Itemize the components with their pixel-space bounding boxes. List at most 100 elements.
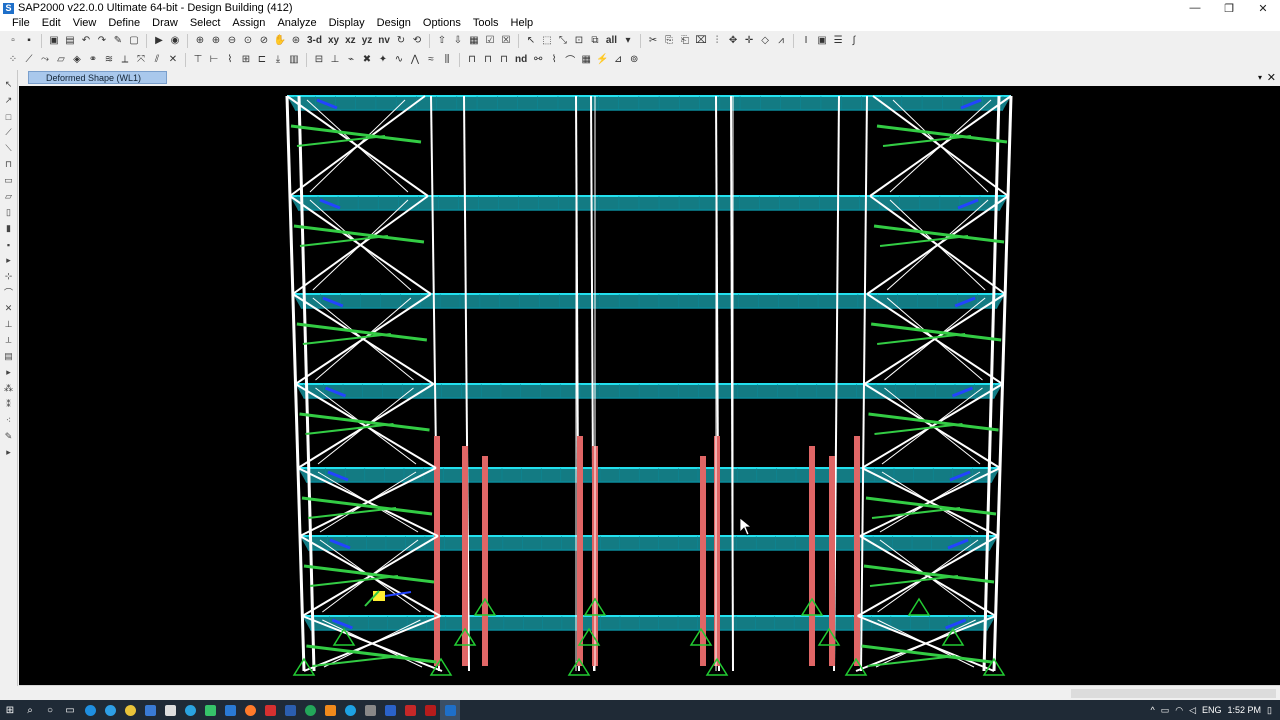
- more-snap-icon[interactable]: ▸: [3, 366, 15, 379]
- show-virtual-work-icon[interactable]: ∿: [392, 53, 406, 67]
- load-pattern-icon[interactable]: ☰: [831, 34, 845, 48]
- draw-brace-icon[interactable]: ⤧: [134, 53, 148, 67]
- restore-button[interactable]: ❐: [1212, 0, 1246, 16]
- select-intersect-icon[interactable]: ⤡: [556, 34, 570, 48]
- draw-joint-icon[interactable]: ⁘: [6, 53, 20, 67]
- clock[interactable]: 1:52 PM: [1228, 705, 1262, 715]
- open-icon[interactable]: ▪: [22, 34, 36, 48]
- draw-link-icon[interactable]: ⚭: [86, 53, 100, 67]
- print-icon[interactable]: ▤: [63, 34, 77, 48]
- structure-drawing[interactable]: [19, 86, 1280, 685]
- sap2000-app-icon[interactable]: S: [3, 2, 14, 14]
- cut-icon[interactable]: ✂: [646, 34, 660, 48]
- frame-loads-icon[interactable]: ⤓: [271, 53, 285, 67]
- tab-menu-chevron-icon[interactable]: ▾: [1258, 73, 1262, 82]
- menu-help[interactable]: Help: [505, 16, 540, 31]
- pan-hand-icon[interactable]: ✋: [273, 34, 287, 48]
- snap-mid-icon[interactable]: ⊥: [3, 318, 15, 331]
- view-xz-button[interactable]: xz: [343, 35, 358, 46]
- restore-selection-icon[interactable]: ⧉: [588, 34, 602, 48]
- show-deformed-icon[interactable]: ⌁: [344, 53, 358, 67]
- delete-icon[interactable]: ⌧: [694, 34, 708, 48]
- new-model-icon[interactable]: ▫: [6, 34, 20, 48]
- snap-intersect-icon[interactable]: ✕: [3, 302, 15, 315]
- more-draw-icon[interactable]: ▸: [3, 254, 15, 267]
- search-icon[interactable]: ⌕: [20, 700, 40, 720]
- draw-quad-icon[interactable]: ▯: [3, 206, 15, 219]
- joint-restraint-icon[interactable]: ⊤: [191, 53, 205, 67]
- zoom-window-icon[interactable]: ⊕: [193, 34, 207, 48]
- tools-icon[interactable]: [360, 700, 380, 720]
- volume-icon[interactable]: ◁: [1189, 705, 1196, 716]
- quick-draw-icon[interactable]: ⟂: [118, 53, 132, 67]
- menu-options[interactable]: Options: [417, 16, 467, 31]
- check-icon[interactable]: ☑: [483, 34, 497, 48]
- show-response-icon[interactable]: ≈: [424, 53, 438, 67]
- undo-icon[interactable]: ↶: [79, 34, 93, 48]
- display-options-icon[interactable]: ☒: [499, 34, 513, 48]
- model-viewport[interactable]: [19, 86, 1280, 685]
- perspective-icon[interactable]: ⟲: [410, 34, 424, 48]
- cortana-icon[interactable]: ○: [40, 700, 60, 720]
- close-button[interactable]: ✕: [1246, 0, 1280, 16]
- paste-icon[interactable]: ⎗: [678, 34, 692, 48]
- snap-perp-icon[interactable]: ⟂: [3, 334, 15, 347]
- menu-view[interactable]: View: [67, 16, 103, 31]
- links-icon[interactable]: ⚯: [531, 53, 545, 67]
- zoom-in-icon[interactable]: ⊕: [209, 34, 223, 48]
- snap-grid-icon[interactable]: ▤: [3, 350, 15, 363]
- draw-solid-icon[interactable]: ▮: [3, 222, 15, 235]
- tray-up-icon[interactable]: ^: [1150, 705, 1154, 715]
- edge-beta-icon[interactable]: [100, 700, 120, 720]
- divide-icon[interactable]: ✛: [742, 34, 756, 48]
- text-cursor-icon[interactable]: I: [799, 34, 813, 48]
- menu-analyze[interactable]: Analyze: [271, 16, 322, 31]
- minimize-button[interactable]: —: [1178, 0, 1212, 16]
- notifications-icon[interactable]: ▯: [1267, 705, 1272, 716]
- staged-icon[interactable]: ⊿: [611, 53, 625, 67]
- word-icon[interactable]: [280, 700, 300, 720]
- steel-design-icon[interactable]: ⊓: [497, 53, 511, 67]
- show-tables-icon[interactable]: ⫼: [440, 53, 454, 67]
- mail-icon[interactable]: [220, 700, 240, 720]
- draw-solid-icon[interactable]: ◈: [70, 53, 84, 67]
- show-forces-icon[interactable]: ✖: [360, 53, 374, 67]
- draw-cable-icon[interactable]: ⤳: [38, 53, 52, 67]
- move-icon[interactable]: ✥: [726, 34, 740, 48]
- copy-icon[interactable]: ⎘: [662, 34, 676, 48]
- view-nv-button[interactable]: nv: [376, 35, 392, 46]
- show-undeformed-icon[interactable]: ⊟: [312, 53, 326, 67]
- reshape-icon[interactable]: ↗: [3, 94, 15, 107]
- rotate-icon[interactable]: ⊛: [289, 34, 303, 48]
- menu-design[interactable]: Design: [371, 16, 417, 31]
- area-loads-icon[interactable]: ▥: [287, 53, 301, 67]
- zoom-previous-icon[interactable]: ⊘: [257, 34, 271, 48]
- skype-icon[interactable]: [340, 700, 360, 720]
- draw-frame-icon[interactable]: ⟋: [22, 53, 36, 67]
- menu-tools[interactable]: Tools: [467, 16, 505, 31]
- mass-icon[interactable]: ⊞: [239, 53, 253, 67]
- zoom-full-icon[interactable]: ⊙: [241, 34, 255, 48]
- deformed-shape-tab[interactable]: Deformed Shape (WL1): [28, 71, 167, 84]
- redo-icon[interactable]: ↷: [95, 34, 109, 48]
- replicate-icon[interactable]: ⫶: [710, 34, 724, 48]
- menu-file[interactable]: File: [6, 16, 36, 31]
- lightning-icon[interactable]: ⚡: [595, 53, 609, 67]
- snap-joint-icon[interactable]: ⊹: [3, 270, 15, 283]
- draw-rect-area-icon[interactable]: ▭: [3, 174, 15, 187]
- chrome-icon[interactable]: [120, 700, 140, 720]
- run-analysis-icon[interactable]: ▶: [152, 34, 166, 48]
- draw-tendon-icon[interactable]: ≋: [102, 53, 116, 67]
- table-icon[interactable]: ▦: [579, 53, 593, 67]
- menu-edit[interactable]: Edit: [36, 16, 67, 31]
- lock-icon[interactable]: ▢: [127, 34, 141, 48]
- menu-draw[interactable]: Draw: [146, 16, 184, 31]
- up-arrow-icon[interactable]: ⇧: [435, 34, 449, 48]
- draw-joint-icon[interactable]: □: [3, 110, 15, 123]
- merge-icon[interactable]: ⩘: [774, 34, 788, 48]
- show-influence-icon[interactable]: ⋀: [408, 53, 422, 67]
- network-icon[interactable]: ▭: [1161, 705, 1170, 716]
- run-step-icon[interactable]: ◉: [168, 34, 182, 48]
- draw-poly-area-icon[interactable]: ▱: [3, 190, 15, 203]
- view-yz-button[interactable]: yz: [360, 35, 375, 46]
